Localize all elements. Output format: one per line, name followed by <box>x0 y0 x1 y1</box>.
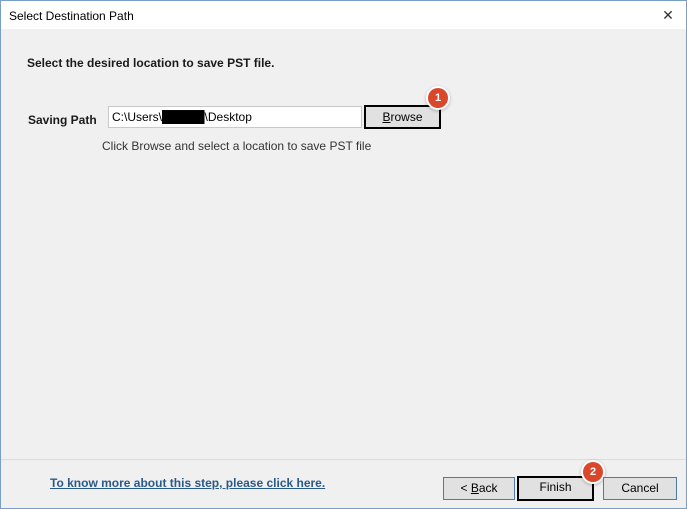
cancel-button[interactable]: Cancel <box>603 477 677 500</box>
back-label: ack <box>478 481 498 495</box>
title-bar: Select Destination Path ✕ <box>1 1 686 29</box>
browse-label: rowse <box>390 110 423 124</box>
step-badge-2: 2 <box>583 462 603 482</box>
close-icon[interactable]: ✕ <box>650 1 686 29</box>
back-button[interactable]: < Back <box>443 477 515 500</box>
instruction-heading: Select the desired location to save PST … <box>27 56 275 70</box>
dialog-title: Select Destination Path <box>9 9 134 23</box>
step-badge-1: 1 <box>428 88 448 108</box>
saving-path-label: Saving Path <box>28 113 97 127</box>
footer-divider <box>1 459 686 460</box>
saving-path-input[interactable] <box>108 106 362 128</box>
browse-button[interactable]: Browse <box>364 105 441 129</box>
help-link[interactable]: To know more about this step, please cli… <box>50 476 325 490</box>
finish-button[interactable]: Finish <box>517 476 594 501</box>
browse-mnemonic: B <box>382 110 391 124</box>
select-destination-dialog: Select Destination Path ✕ Select the des… <box>0 0 687 509</box>
back-prefix: < <box>460 481 471 495</box>
back-mnemonic: B <box>470 481 479 495</box>
browse-hint-text: Click Browse and select a location to sa… <box>102 139 372 153</box>
